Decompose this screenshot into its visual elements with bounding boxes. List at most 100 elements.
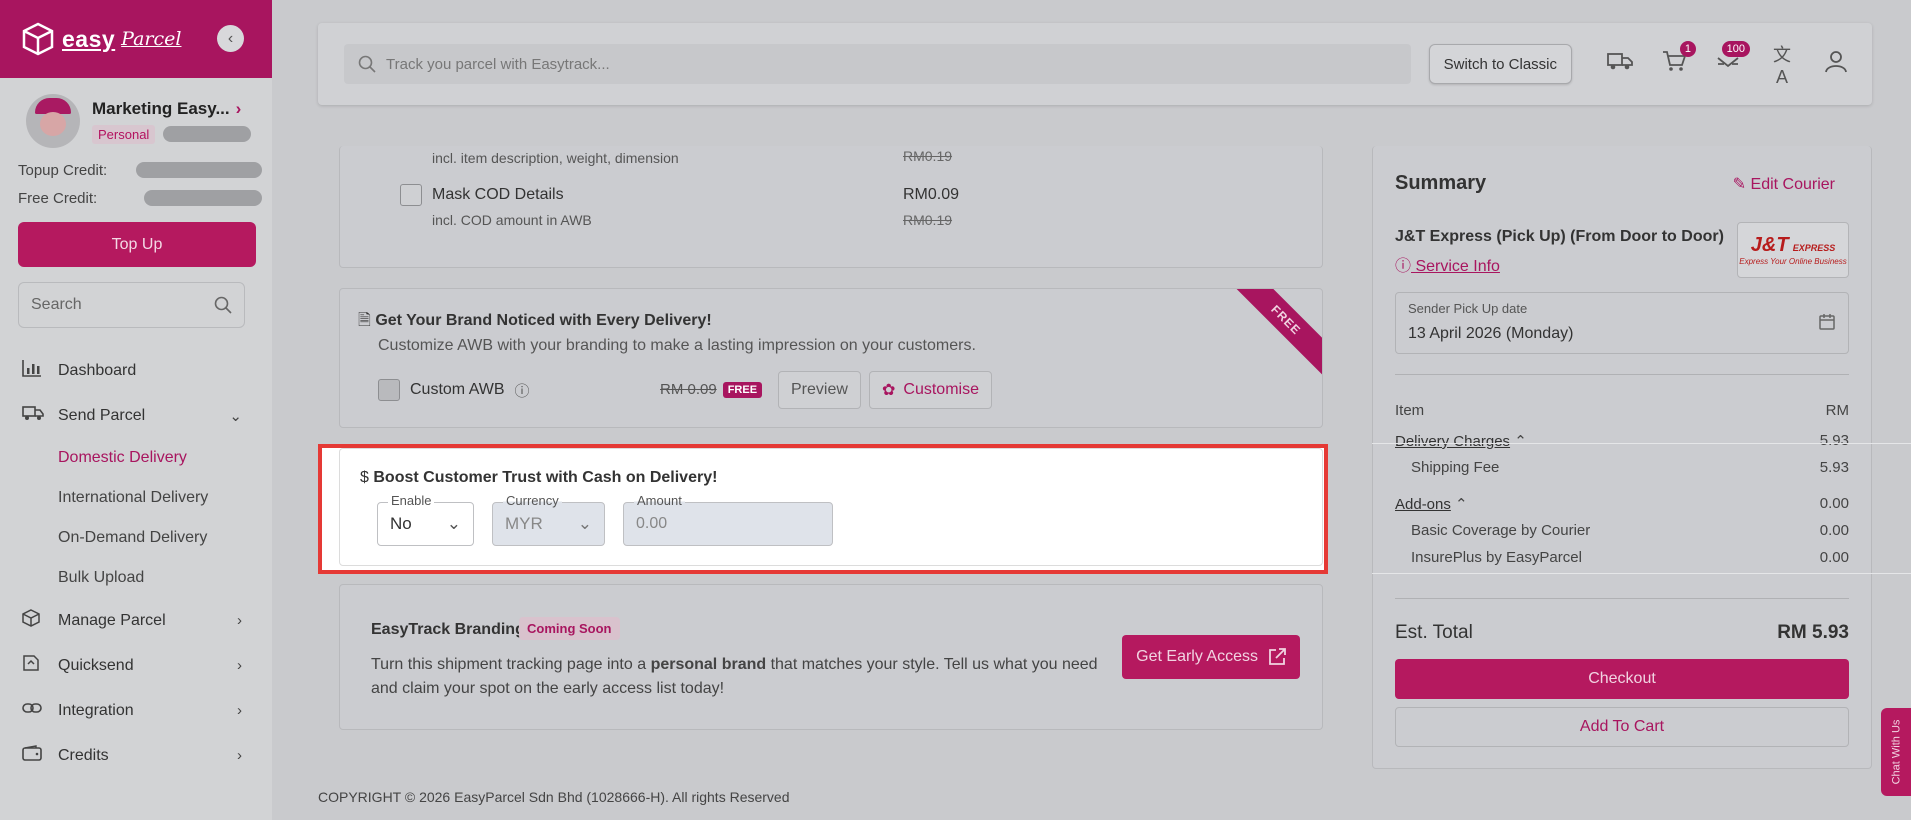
mask-cod-desc: incl. COD amount in AWB bbox=[432, 212, 592, 228]
cod-currency-label: Currency bbox=[503, 493, 562, 508]
cod-currency-select[interactable]: Currency MYR ⌄ bbox=[492, 493, 605, 546]
delivery-truck-icon[interactable] bbox=[1606, 51, 1634, 77]
logo-word-easy: easy bbox=[62, 25, 116, 52]
sidebar-search-input[interactable]: Search bbox=[18, 282, 245, 328]
custom-awb-option[interactable]: Custom AWB ⓘ bbox=[378, 379, 530, 401]
get-early-access-button[interactable]: Get Early Access bbox=[1122, 635, 1300, 679]
courier-logo: J&T EXPRESS Express Your Online Business bbox=[1737, 222, 1849, 278]
redacted-id bbox=[163, 126, 252, 142]
cod-card: $ Boost Customer Trust with Cash on Deli… bbox=[339, 448, 1323, 566]
easytrack-branding-desc: Turn this shipment tracking page into a … bbox=[371, 653, 1111, 701]
delivery-charges-row[interactable]: Delivery Charges ⌃ 5.93 bbox=[1395, 432, 1849, 450]
bar-chart-icon bbox=[22, 359, 48, 382]
send-icon bbox=[22, 654, 48, 677]
shipping-fee-label: Shipping Fee bbox=[1411, 459, 1500, 476]
truck-icon bbox=[22, 405, 48, 426]
cart-icon[interactable]: 1 bbox=[1660, 41, 1696, 78]
free-credit-label: Free Credit: bbox=[18, 189, 98, 207]
item-row: Item RM bbox=[1395, 402, 1849, 419]
courier-name: J&T Express (Pick Up) (From Door to Door… bbox=[1395, 228, 1724, 245]
info-icon[interactable]: ⓘ bbox=[515, 380, 530, 401]
summary-panel: Summary ✎ Edit Courier J&T Express (Pick… bbox=[1372, 146, 1872, 769]
basic-coverage-label: Basic Coverage by Courier bbox=[1411, 522, 1591, 539]
highlight-guide-line bbox=[1372, 443, 1911, 444]
custom-awb-checkbox[interactable] bbox=[378, 379, 400, 401]
sidebar-header: easy Parcel ‹ bbox=[0, 0, 272, 78]
addons-row[interactable]: Add-ons ⌃ 0.00 bbox=[1395, 495, 1849, 513]
cod-amount-input[interactable]: Amount 0.00 bbox=[623, 493, 833, 546]
chevron-right-icon: › bbox=[237, 702, 242, 719]
addons-card: incl. item description, weight, dimensio… bbox=[339, 146, 1323, 268]
easytrack-search-input[interactable]: Track you parcel with Easytrack... bbox=[344, 44, 1411, 84]
chat-with-us-button[interactable]: Chat With Us bbox=[1881, 708, 1911, 796]
easyparcel-logo[interactable]: easy Parcel bbox=[20, 21, 181, 57]
cod-enable-label: Enable bbox=[388, 493, 435, 508]
profile-card[interactable]: Marketing Easy... › Personal bbox=[0, 78, 272, 156]
custom-awb-original-price: RM 0.09 bbox=[660, 381, 717, 398]
mask-cod-original-price: RM0.19 bbox=[903, 212, 953, 228]
pickup-date-field[interactable]: Sender Pick Up date 13 April 2026 (Monda… bbox=[1395, 292, 1849, 354]
free-ribbon: FREE bbox=[1227, 289, 1322, 379]
highlight-guide-line bbox=[1372, 573, 1911, 574]
brand-awb-desc: Customize AWB with your branding to make… bbox=[378, 337, 976, 354]
custom-awb-label: Custom AWB bbox=[410, 381, 505, 398]
easytrack-search-placeholder: Track you parcel with Easytrack... bbox=[386, 55, 610, 73]
chevron-right-icon: › bbox=[237, 657, 242, 674]
redacted-topup-credit bbox=[136, 162, 262, 178]
nav-domestic-delivery[interactable]: Domestic Delivery bbox=[0, 438, 272, 478]
preview-button[interactable]: Preview bbox=[778, 371, 861, 409]
profile-name-text: Marketing Easy... bbox=[92, 98, 230, 118]
addons-label[interactable]: Add-ons bbox=[1395, 496, 1451, 513]
nav-quicksend[interactable]: Quicksend › bbox=[0, 643, 272, 688]
nav-send-parcel[interactable]: Send Parcel ⌄ bbox=[0, 393, 272, 438]
link-icon bbox=[22, 700, 48, 721]
search-icon bbox=[358, 55, 376, 73]
delivery-charges-label[interactable]: Delivery Charges bbox=[1395, 433, 1510, 450]
nav-on-demand-delivery[interactable]: On-Demand Delivery bbox=[0, 518, 272, 558]
nav-dashboard[interactable]: Dashboard bbox=[0, 348, 272, 393]
sidebar-search-placeholder: Search bbox=[31, 296, 82, 313]
basic-coverage-value: 0.00 bbox=[1819, 522, 1849, 539]
customise-button[interactable]: ✿ Customise bbox=[869, 371, 992, 409]
calendar-icon[interactable] bbox=[1818, 313, 1836, 331]
nav-bulk-upload[interactable]: Bulk Upload bbox=[0, 558, 272, 598]
cod-enable-value: No bbox=[390, 514, 412, 533]
chevron-up-icon: ⌃ bbox=[1455, 496, 1468, 513]
info-icon: ⓘ bbox=[1395, 258, 1412, 275]
chevron-right-icon: › bbox=[237, 747, 242, 764]
switch-to-classic-button[interactable]: Switch to Classic bbox=[1428, 44, 1572, 84]
mask-cod-checkbox[interactable] bbox=[400, 184, 422, 206]
summary-divider bbox=[1395, 598, 1849, 599]
easytrack-branding-title: EasyTrack Branding bbox=[371, 621, 525, 638]
user-account-icon[interactable] bbox=[1822, 49, 1850, 79]
free-credit-row: Free Credit: bbox=[0, 184, 272, 212]
item-unit: RM bbox=[1825, 402, 1849, 419]
nav-international-delivery[interactable]: International Delivery bbox=[0, 478, 272, 518]
shipping-fee-value: 5.93 bbox=[1819, 459, 1849, 476]
collapse-sidebar-button[interactable]: ‹ bbox=[217, 25, 244, 52]
cod-title: $ Boost Customer Trust with Cash on Deli… bbox=[360, 469, 717, 487]
translate-icon[interactable]: 文A bbox=[1768, 41, 1796, 88]
nav-manage-parcel[interactable]: Manage Parcel › bbox=[0, 598, 272, 643]
service-info-link[interactable]: ⓘ Service Info bbox=[1395, 252, 1500, 276]
dollar-icon: $ bbox=[360, 469, 369, 486]
coming-soon-badge: Coming Soon bbox=[519, 617, 620, 640]
nav-credits[interactable]: Credits › bbox=[0, 733, 272, 778]
redacted-free-credit bbox=[144, 190, 262, 206]
cod-enable-select[interactable]: Enable No ⌄ bbox=[377, 493, 474, 546]
chevron-down-icon: ⌄ bbox=[577, 514, 592, 533]
add-to-cart-button[interactable]: Add To Cart bbox=[1395, 707, 1849, 747]
avatar bbox=[26, 94, 80, 148]
profile-name[interactable]: Marketing Easy... › bbox=[92, 99, 251, 119]
account-type-badge: Personal bbox=[92, 124, 156, 144]
nav-manage-parcel-label: Manage Parcel bbox=[58, 611, 166, 629]
nav-integration[interactable]: Integration › bbox=[0, 688, 272, 733]
insureplus-value: 0.00 bbox=[1819, 549, 1849, 566]
shipping-fee-row: Shipping Fee 5.93 bbox=[1411, 459, 1849, 476]
notification-icon[interactable]: 100 bbox=[1714, 41, 1750, 78]
top-up-button[interactable]: Top Up bbox=[18, 222, 256, 267]
item-label: Item bbox=[1395, 402, 1425, 419]
checkout-button[interactable]: Checkout bbox=[1395, 659, 1849, 699]
chevron-left-icon: ‹ bbox=[227, 29, 234, 47]
edit-courier-link[interactable]: ✎ Edit Courier bbox=[1733, 174, 1835, 194]
